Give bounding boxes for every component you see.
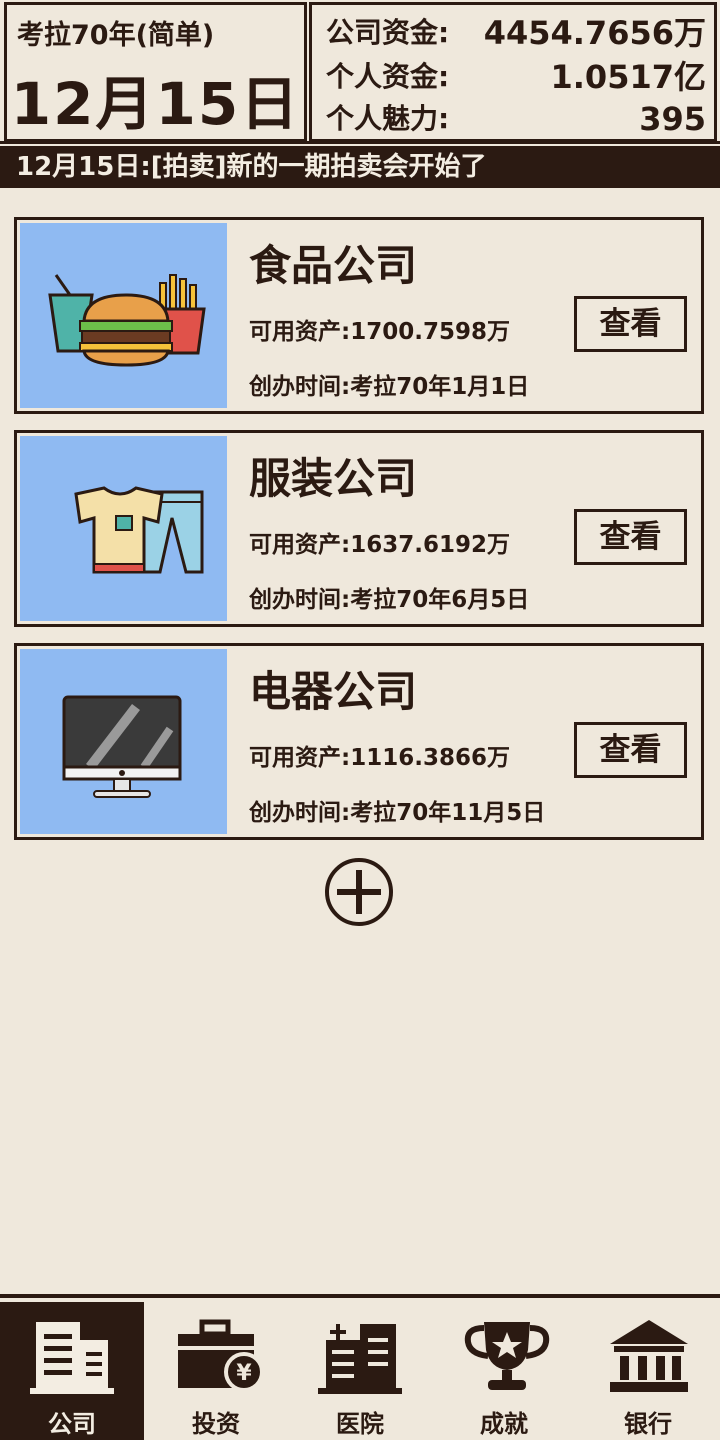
hospital-icon xyxy=(318,1324,402,1394)
era-label: 考拉70年(简单) xyxy=(17,20,215,51)
svg-text:¥: ¥ xyxy=(236,1361,252,1386)
company-name: 食品公司 xyxy=(249,241,418,290)
investment-briefcase-icon: ¥ xyxy=(178,1319,264,1392)
add-company-button[interactable] xyxy=(323,856,395,928)
monitor-icon xyxy=(62,695,182,798)
food-thumbnail xyxy=(20,223,227,408)
company-founded-date: 创办时间:考拉70年11月5日 xyxy=(249,800,546,826)
bottom-navigation: 公司 ¥ 投资 医院 成就 银行 xyxy=(0,1294,720,1440)
nav-label: 医院 xyxy=(336,1410,384,1438)
trophy-icon xyxy=(464,1322,550,1390)
plus-circle-icon xyxy=(325,858,393,926)
nav-tab-achievements[interactable]: 成就 xyxy=(432,1302,576,1440)
nav-label: 投资 xyxy=(192,1410,240,1438)
company-building-icon xyxy=(30,1322,114,1394)
company-funds-row: 公司资金: 4454.7656万 xyxy=(326,13,706,53)
charm-label: 个人魅力: xyxy=(326,102,450,135)
company-founded-date: 创办时间:考拉70年1月1日 xyxy=(249,374,530,400)
company-assets: 可用资产:1116.3866万 xyxy=(249,745,510,771)
company-assets: 可用资产:1637.6192万 xyxy=(249,532,510,558)
nav-tab-company[interactable]: 公司 xyxy=(0,1302,144,1440)
electronics-thumbnail xyxy=(20,649,227,834)
current-date: 12月15日 xyxy=(10,70,301,138)
clothing-thumbnail xyxy=(20,436,227,621)
nav-tab-bank[interactable]: 银行 xyxy=(576,1302,720,1440)
bank-icon xyxy=(610,1320,688,1392)
view-clothing-company-button[interactable]: 查看 xyxy=(574,509,687,565)
funds-panel: 公司资金: 4454.7656万 个人资金: 1.0517亿 个人魅力: 395 xyxy=(309,2,717,142)
news-ticker-edge xyxy=(714,146,720,188)
company-name: 服装公司 xyxy=(249,454,418,503)
company-name: 电器公司 xyxy=(249,667,418,716)
charm-row: 个人魅力: 395 xyxy=(326,99,706,139)
company-card-clothing: 服装公司 可用资产:1637.6192万 创办时间:考拉70年6月5日 查看 xyxy=(14,430,704,627)
view-food-company-button[interactable]: 查看 xyxy=(574,296,687,352)
company-funds-value: 4454.7656万 xyxy=(483,14,706,52)
nav-tab-hospital[interactable]: 医院 xyxy=(288,1302,432,1440)
charm-value: 395 xyxy=(639,100,706,138)
personal-funds-value: 1.0517亿 xyxy=(550,58,707,96)
food-icon xyxy=(48,274,206,367)
clothing-icon xyxy=(74,486,204,574)
company-card-electronics: 电器公司 可用资产:1116.3866万 创办时间:考拉70年11月5日 查看 xyxy=(14,643,704,840)
personal-funds-label: 个人资金: xyxy=(326,60,450,93)
nav-label: 公司 xyxy=(48,1410,96,1438)
view-electronics-company-button[interactable]: 查看 xyxy=(574,722,687,778)
top-status-bar: 考拉70年(简单) 12月15日 公司资金: 4454.7656万 个人资金: … xyxy=(0,0,720,144)
company-card-food: 食品公司 可用资产:1700.7598万 创办时间:考拉70年1月1日 查看 xyxy=(14,217,704,414)
company-founded-date: 创办时间:考拉70年6月5日 xyxy=(249,587,530,613)
company-assets: 可用资产:1700.7598万 xyxy=(249,319,510,345)
nav-tab-investment[interactable]: ¥ 投资 xyxy=(144,1302,288,1440)
date-panel: 考拉70年(简单) 12月15日 xyxy=(4,2,307,142)
personal-funds-row: 个人资金: 1.0517亿 xyxy=(326,57,706,97)
company-funds-label: 公司资金: xyxy=(326,16,450,49)
nav-label: 成就 xyxy=(480,1410,528,1438)
news-ticker: 12月15日:[拍卖]新的一期拍卖会开始了 xyxy=(0,146,716,188)
nav-label: 银行 xyxy=(624,1410,672,1438)
